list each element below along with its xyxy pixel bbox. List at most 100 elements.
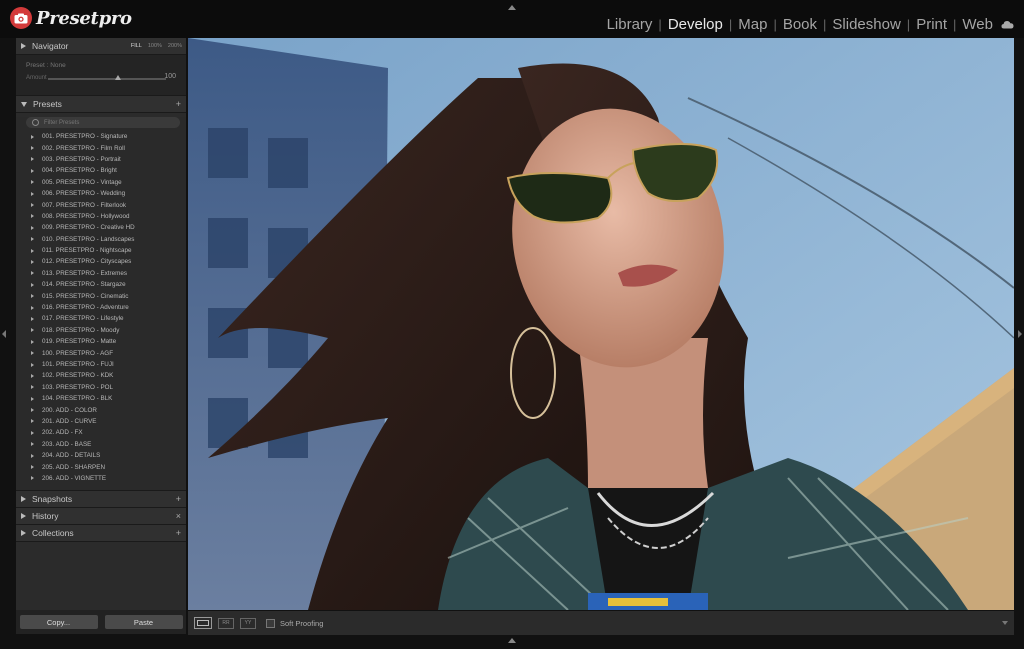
preset-folder-item[interactable]: 019. PRESETPRO - Matte [16,336,186,347]
photo-canvas[interactable] [188,38,1014,610]
expand-triangle-icon [31,442,34,447]
preset-folder-item[interactable]: 001. PRESETPRO - Signature [16,131,186,142]
amount-slider-thumb[interactable] [115,75,121,80]
preset-folder-item[interactable]: 202. ADD - FX [16,427,186,438]
preset-folder-item[interactable]: 204. ADD - DETAILS [16,450,186,461]
cloud-icon[interactable] [1001,16,1014,33]
preset-folder-label: 204. ADD - DETAILS [42,452,101,460]
expand-triangle-icon [31,214,34,219]
collapse-triangle-icon [21,43,26,49]
copy-paste-bar: Copy... Paste [16,610,186,634]
preset-folder-label: 010. PRESETPRO - Landscapes [42,235,135,243]
bottom-toolbar: RR YY Soft Proofing [188,610,1014,635]
filter-placeholder: Filter Presets [44,119,80,126]
preset-folder-item[interactable]: 010. PRESETPRO - Landscapes [16,234,186,245]
preset-folder-label: 103. PRESETPRO - POL [42,383,114,391]
expand-triangle-icon [31,180,34,185]
collapse-top-arrow-icon[interactable] [508,5,516,10]
expand-right-arrow-icon[interactable] [1018,330,1022,338]
preset-folder-item[interactable]: 007. PRESETPRO - Filterlook [16,199,186,210]
module-map[interactable]: Map [738,16,767,33]
preset-folder-item[interactable]: 100. PRESETPRO - AGF [16,347,186,358]
presets-header[interactable]: Presets + [16,96,186,113]
preset-list: 001. PRESETPRO - Signature 002. PRESETPRO… [16,131,186,484]
module-print[interactable]: Print [916,16,947,33]
navigator-header[interactable]: Navigator FILL 100% 200% [16,38,186,55]
expand-triangle-icon [31,362,34,367]
amount-slider-track[interactable] [48,78,166,80]
history-header[interactable]: History × [16,508,186,525]
preset-folder-label: 011. PRESETPRO - Nightscape [42,247,132,255]
loupe-view-icon[interactable] [194,617,212,629]
preset-folder-label: 201. ADD - CURVE [42,417,97,425]
preset-folder-label: 008. PRESETPRO - Hollywood [42,212,130,220]
copy-button[interactable]: Copy... [19,615,98,629]
preset-folder-item[interactable]: 002. PRESETPRO - Film Roll [16,142,186,153]
preset-folder-item[interactable]: 008. PRESETPRO - Hollywood [16,211,186,222]
module-book[interactable]: Book [783,16,817,33]
snapshots-header[interactable]: Snapshots + [16,491,186,508]
expand-triangle-icon [31,430,34,435]
search-icon [32,119,39,126]
collections-header[interactable]: Collections + [16,525,186,542]
soft-proofing-checkbox[interactable] [266,618,275,628]
preset-folder-item[interactable]: 004. PRESETPRO - Bright [16,165,186,176]
expand-triangle-icon [31,351,34,356]
preset-folder-item[interactable]: 200. ADD - COLOR [16,404,186,415]
preset-folder-item[interactable]: 003. PRESETPRO - Portrait [16,154,186,165]
zoom-fill[interactable]: FILL [131,43,142,49]
photo-image [188,38,1014,610]
preset-folder-item[interactable]: 101. PRESETPRO - FUJI [16,359,186,370]
preset-folder-item[interactable]: 014. PRESETPRO - Stargaze [16,279,186,290]
add-preset-icon[interactable]: + [176,99,181,109]
toolbar-menu-arrow-icon[interactable] [1002,621,1008,625]
camera-icon [10,7,32,29]
preset-folder-item[interactable]: 206. ADD - VIGNETTE [16,473,186,484]
preset-folder-item[interactable]: 016. PRESETPRO - Adventure [16,302,186,313]
preset-folder-item[interactable]: 201. ADD - CURVE [16,416,186,427]
module-develop[interactable]: Develop [668,16,723,33]
collapse-bottom-arrow-icon[interactable] [508,638,516,643]
soft-proofing-label: Soft Proofing [280,618,324,628]
paste-button[interactable]: Paste [104,615,183,629]
clear-history-icon[interactable]: × [176,511,181,521]
preset-folder-item[interactable]: 012. PRESETPRO - Cityscapes [16,256,186,267]
expand-left-arrow-icon[interactable] [2,330,6,338]
expand-triangle-icon [31,294,34,299]
preset-folder-item[interactable]: 018. PRESETPRO - Moody [16,325,186,336]
add-collection-icon[interactable]: + [176,528,181,538]
preset-folder-item[interactable]: 013. PRESETPRO - Extremes [16,268,186,279]
preset-folder-item[interactable]: 017. PRESETPRO - Lifestyle [16,313,186,324]
preset-folder-item[interactable]: 005. PRESETPRO - Vintage [16,177,186,188]
preset-folder-item[interactable]: 011. PRESETPRO - Nightscape [16,245,186,256]
add-snapshot-icon[interactable]: + [176,494,181,504]
filter-presets-input[interactable]: Filter Presets [26,117,180,128]
module-library[interactable]: Library [607,16,653,33]
before-after-tb-icon[interactable]: YY [240,617,256,629]
preset-folder-item[interactable]: 009. PRESETPRO - Creative HD [16,222,186,233]
module-separator: | [906,17,911,32]
preset-folder-label: 017. PRESETPRO - Lifestyle [42,315,124,323]
before-after-lr-icon[interactable]: RR [218,617,234,629]
preset-folder-label: 018. PRESETPRO - Moody [42,326,120,334]
expand-triangle-icon [31,146,34,151]
expand-triangle-icon [31,396,34,401]
expand-triangle-icon [31,271,34,276]
zoom-200[interactable]: 200% [168,43,182,49]
preset-folder-item[interactable]: 205. ADD - SHARPEN [16,461,186,472]
module-slideshow[interactable]: Slideshow [832,16,900,33]
preset-folder-item[interactable]: 103. PRESETPRO - POL [16,382,186,393]
preset-folder-item[interactable]: 015. PRESETPRO - Cinematic [16,290,186,301]
module-web[interactable]: Web [962,16,993,33]
module-separator: | [773,17,777,32]
navigator-title: Navigator [32,41,69,51]
expand-triangle-icon [31,203,34,208]
expand-triangle-icon [31,134,34,139]
preset-folder-item[interactable]: 006. PRESETPRO - Wedding [16,188,186,199]
preset-folder-item[interactable]: 104. PRESETPRO - BLK [16,393,186,404]
zoom-100[interactable]: 100% [148,43,162,49]
preset-folder-item[interactable]: 203. ADD - BASE [16,439,186,450]
preset-folder-item[interactable]: 102. PRESETPRO - KDK [16,370,186,381]
preset-name-label: Preset : None [26,62,66,69]
expand-triangle-icon [31,373,34,378]
